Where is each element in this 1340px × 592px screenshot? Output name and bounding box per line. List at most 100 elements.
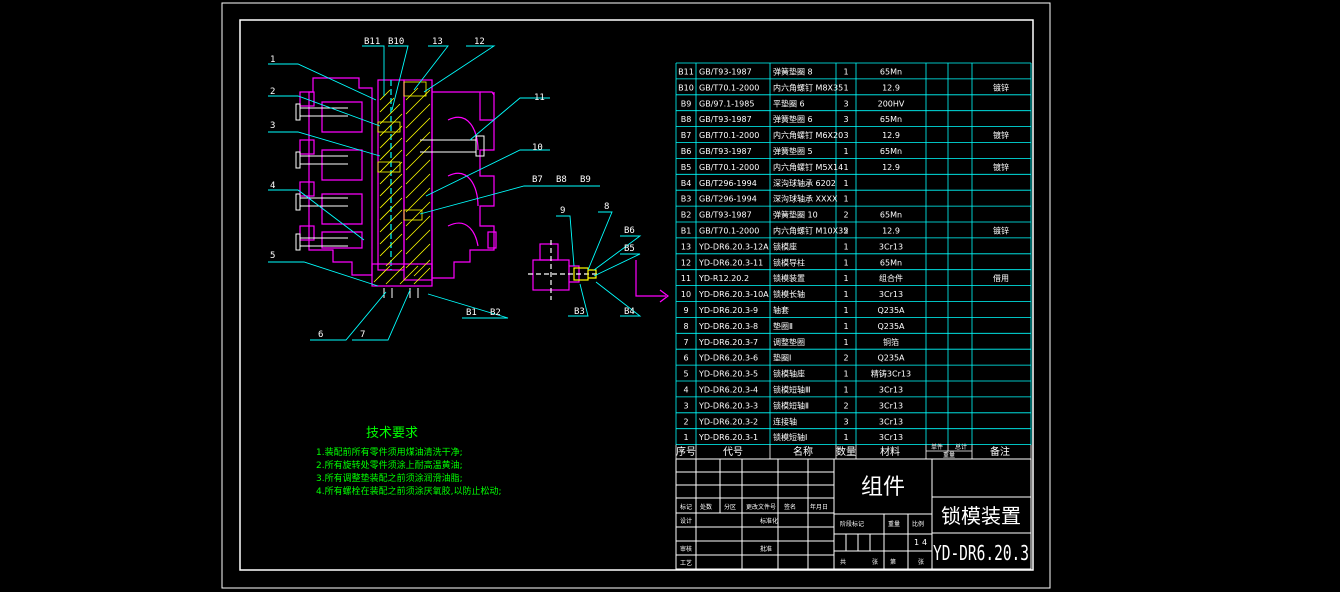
table-cell-code: YD-DR6.20.3-5	[698, 370, 758, 379]
table-cell-material: 200HV	[878, 99, 905, 108]
table-cell-remark: 镀锌	[993, 226, 1009, 236]
table-cell-no: 11	[681, 274, 691, 283]
table-cell-code: YD-DR6.20.3-7	[698, 338, 758, 347]
label-change-doc: 更改文件号	[746, 503, 776, 511]
label-design: 设计	[680, 517, 692, 525]
label-total-sheets: 共	[840, 558, 846, 566]
label-zone: 分区	[724, 503, 736, 511]
table-cell-remark: 镀锌	[993, 130, 1009, 140]
table-cell-no: B10	[678, 83, 694, 92]
label-weight: 重量	[888, 520, 900, 528]
header-name: 名称	[793, 445, 813, 458]
callout-detail-3: B6	[624, 226, 635, 236]
table-cell-name: 平垫圈 6	[773, 98, 805, 108]
drawing-number: YD-DR6.20.3	[933, 541, 1029, 565]
table-cell-remark: 镀锌	[993, 82, 1009, 92]
callout-left-5: 5	[270, 251, 275, 261]
table-cell-no: 12	[681, 258, 691, 267]
table-cell-material: 65Mn	[880, 211, 902, 220]
label-page: 第	[890, 558, 896, 566]
table-cell-material: 3Cr13	[879, 433, 903, 442]
table-cell-remark: 借用	[993, 273, 1009, 283]
callout-right-4: B8	[556, 175, 567, 185]
table-cell-qty: 1	[843, 195, 848, 204]
table-cell-qty: 1	[843, 386, 848, 395]
header-weight: 重量	[943, 451, 955, 459]
table-cell-material: Q235A	[877, 354, 905, 363]
table-cell-material: 65Mn	[880, 68, 902, 77]
table-cell-code: YD-DR6.20.3-4	[698, 386, 758, 395]
table-cell-material: 65Mn	[880, 115, 902, 124]
table-cell-qty: 3	[843, 131, 848, 140]
table-cell-name: 锁模导柱	[773, 257, 805, 267]
label-signature: 签名	[784, 503, 796, 511]
table-cell-material: 铜箔	[883, 337, 899, 347]
callout-top-3: 13	[432, 37, 443, 47]
callout-detail-5: B3	[574, 307, 585, 317]
label-scale: 比例	[912, 520, 924, 528]
table-cell-material: 3Cr13	[879, 386, 903, 395]
notes-title: 技术要求	[366, 426, 418, 441]
table-cell-code: GB/97.1-1985	[699, 99, 754, 108]
table-cell-name: 轴套	[773, 305, 789, 315]
table-cell-code: GB/T296-1994	[699, 179, 757, 188]
table-cell-no: 7	[683, 338, 688, 347]
table-cell-qty: 2	[843, 211, 848, 220]
label-sheet: 张	[872, 558, 878, 566]
table-cell-no: 6	[683, 354, 688, 363]
table-cell-name: 锁模长轴	[773, 289, 805, 299]
table-cell-material: Q235A	[877, 322, 905, 331]
table-cell-code: GB/T93-1987	[699, 68, 752, 77]
header-single: 单件	[931, 443, 943, 451]
table-cell-qty: 1	[843, 370, 848, 379]
table-cell-qty: 1	[843, 306, 848, 315]
table-cell-qty: 1	[843, 68, 848, 77]
note-line-4: 4.所有螺栓在装配之前须涂厌氧胶,以防止松动;	[316, 485, 501, 497]
header-total: 总计	[955, 443, 967, 451]
header-remark: 备注	[990, 445, 1010, 458]
table-cell-name: 锁模座	[773, 241, 797, 251]
callout-labels: B11 B10 13 12 1 2 3 4 5 6 7 B1 B2 11 10 …	[270, 37, 635, 340]
table-cell-material: 65Mn	[880, 258, 902, 267]
table-cell-material: 组合件	[879, 273, 903, 283]
table-cell-name: 内六角螺钉 M10X35	[773, 226, 848, 236]
table-cell-name: 弹簧垫圈 8	[773, 67, 813, 77]
table-cell-code: YD-DR6.20.3-1	[698, 433, 758, 442]
table-cell-name: 弹簧垫圈 10	[773, 210, 818, 220]
table-cell-material: 3Cr13	[879, 242, 903, 251]
table-cell-code: GB/T93-1987	[699, 211, 752, 220]
table-cell-no: 10	[681, 290, 691, 299]
table-cell-no: 4	[683, 386, 688, 395]
label-date: 年月日	[810, 503, 828, 511]
table-cell-qty: 3	[843, 115, 848, 124]
table-cell-no: 8	[683, 322, 688, 331]
callout-detail-4: B5	[624, 244, 635, 254]
table-cell-qty: 2	[843, 401, 848, 410]
table-cell-no: B11	[678, 68, 694, 77]
table-cell-name: 内六角螺钉 M5X14	[773, 162, 843, 172]
label-process: 工艺	[680, 559, 692, 567]
ucs-icon	[635, 260, 669, 303]
callout-bottom-1: 6	[318, 330, 323, 340]
table-cell-qty: 1	[843, 274, 848, 283]
table-cell-code: YD-DR6.20.3-12A	[698, 242, 769, 251]
table-cell-remark: 镀锌	[993, 162, 1009, 172]
table-cell-qty: 2	[843, 227, 848, 236]
table-cell-qty: 1	[843, 433, 848, 442]
callout-bottom-4: B2	[490, 308, 501, 318]
table-cell-qty: 1	[843, 258, 848, 267]
callout-detail-1: 9	[560, 206, 565, 216]
technical-requirements: 技术要求 1.装配前所有零件须用煤油清洗干净; 2.所有旋转处零件须涂上耐高温黄…	[316, 426, 501, 497]
table-cell-material: 12.9	[882, 83, 900, 92]
label-standardize: 标准化	[760, 517, 778, 525]
label-stage-mark: 阶段标记	[840, 520, 864, 528]
table-cell-name: 连接轴	[773, 416, 797, 426]
header-no: 序号	[676, 445, 696, 458]
table-cell-material: 12.9	[882, 131, 900, 140]
table-cell-code: GB/T296-1994	[699, 195, 757, 204]
callout-bottom-2: 7	[360, 330, 365, 340]
table-cell-qty: 1	[843, 163, 848, 172]
label-sheet-2: 张	[918, 558, 924, 566]
table-cell-name: 深沟球轴承 6202	[773, 178, 836, 188]
table-cell-code: YD-DR6.20.3-6	[698, 354, 758, 363]
